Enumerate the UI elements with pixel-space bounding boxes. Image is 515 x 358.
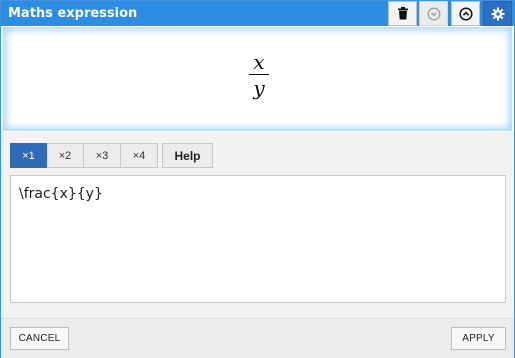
dialog-title: Maths expression [8,6,138,21]
chevron-up-circle-icon [458,6,473,21]
editor-area: ×1 ×2 ×3 ×4 Help \frac{x}{y} CANCEL APPL… [1,132,514,358]
dialog-footer: CANCEL APPLY [1,318,514,358]
fraction-bar [249,74,269,75]
maths-expression-dialog: Maths expression x y ×1 ×2 ×3 ×4 Help \f… [0,0,515,358]
help-button[interactable]: Help [162,143,213,168]
tab-size-3[interactable]: ×3 [84,143,121,168]
delete-button[interactable] [388,1,417,26]
rendered-fraction: x y [245,52,273,99]
tab-size-2[interactable]: ×2 [47,143,84,168]
fraction-numerator: x [253,50,265,74]
cancel-button[interactable]: CANCEL [10,327,69,350]
formula-preview: x y [3,27,512,131]
chevron-down-circle-icon [427,7,440,20]
size-tabs: ×1 ×2 ×3 ×4 [10,143,158,168]
expand-button[interactable] [451,1,480,26]
settings-button[interactable] [483,1,512,26]
apply-button[interactable]: APPLY [451,327,506,350]
tab-size-1[interactable]: ×1 [10,143,47,168]
gear-icon [491,7,504,20]
title-bar: Maths expression [1,1,514,26]
fraction-denominator: y [253,76,265,100]
tab-size-4[interactable]: ×4 [121,143,158,168]
collapse-button[interactable] [419,1,448,26]
latex-input[interactable]: \frac{x}{y} [10,175,506,303]
trash-icon [397,7,408,20]
